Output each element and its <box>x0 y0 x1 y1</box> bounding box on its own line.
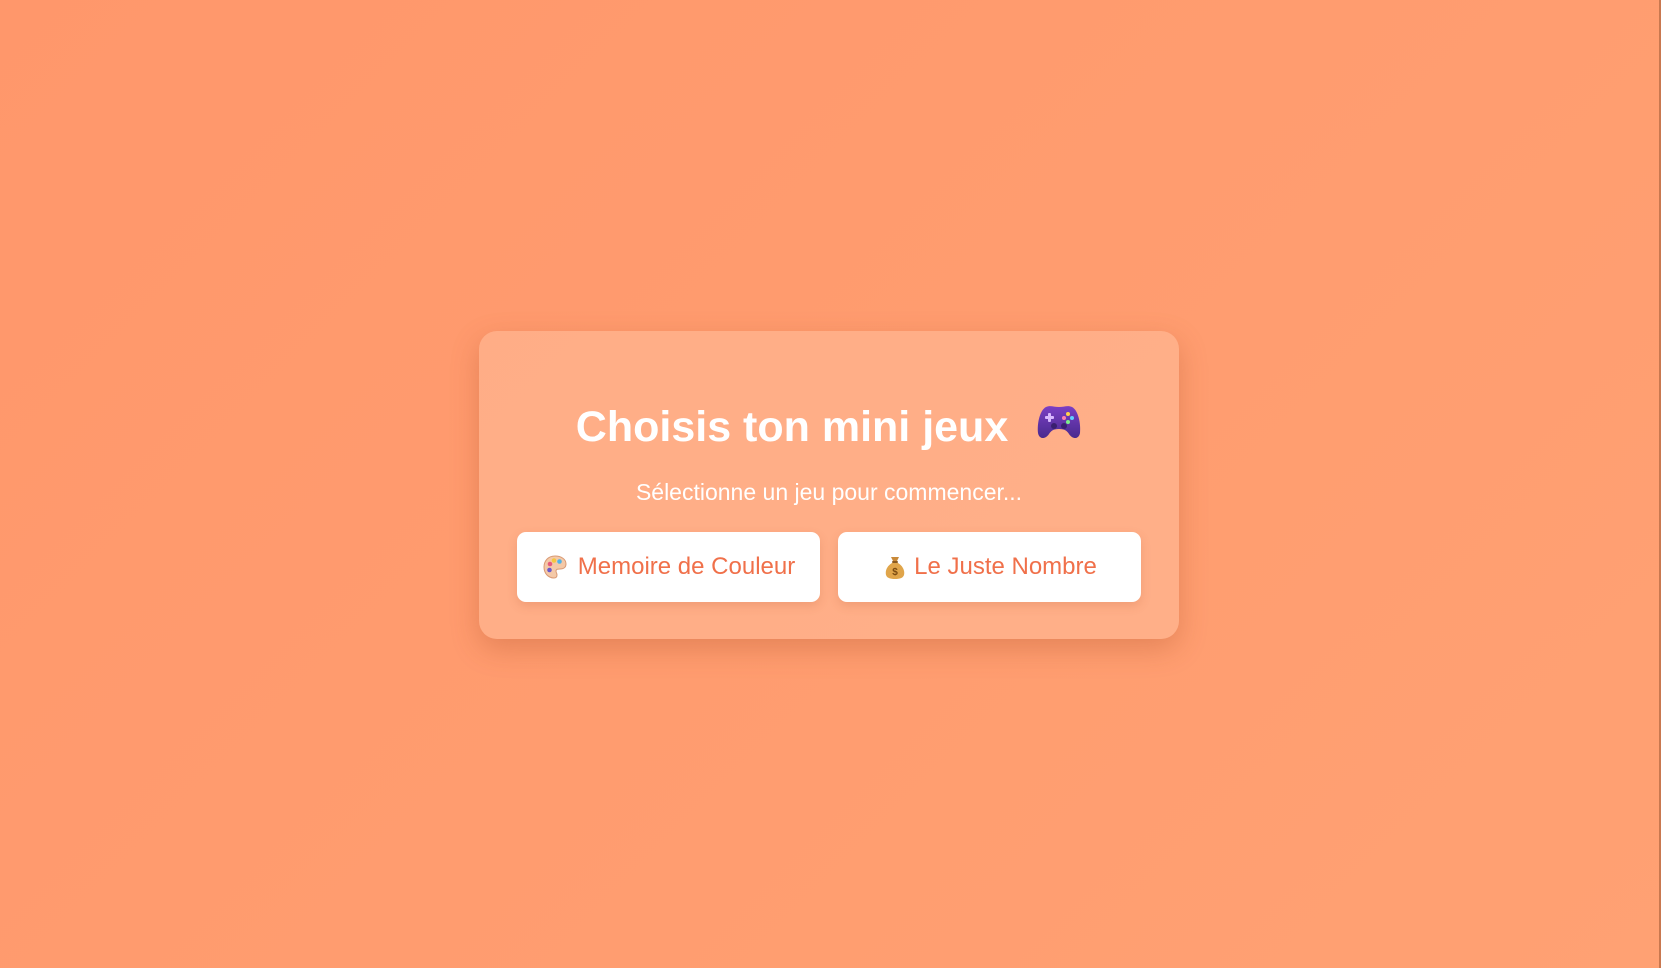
svg-text:$: $ <box>892 567 898 578</box>
memoire-de-couleur-label: Memoire de Couleur <box>577 553 796 580</box>
le-juste-nombre-button[interactable]: $ Le Juste Nombre <box>838 532 1141 602</box>
le-juste-nombre-label: Le Juste Nombre <box>914 553 1097 580</box>
game-menu-card: Choisis ton mini jeux Sélectionne un jeu… <box>479 331 1179 639</box>
game-controller-icon <box>1036 401 1082 453</box>
subtitle: Sélectionne un jeu pour commencer... <box>635 479 1023 505</box>
memoire-de-couleur-button[interactable]: Memoire de Couleur <box>517 532 820 602</box>
palette-icon <box>542 554 568 580</box>
title-text: Choisis ton mini jeux <box>575 403 1009 451</box>
page-title: Choisis ton mini jeux <box>479 401 1179 453</box>
money-bag-icon: $ <box>882 554 908 580</box>
